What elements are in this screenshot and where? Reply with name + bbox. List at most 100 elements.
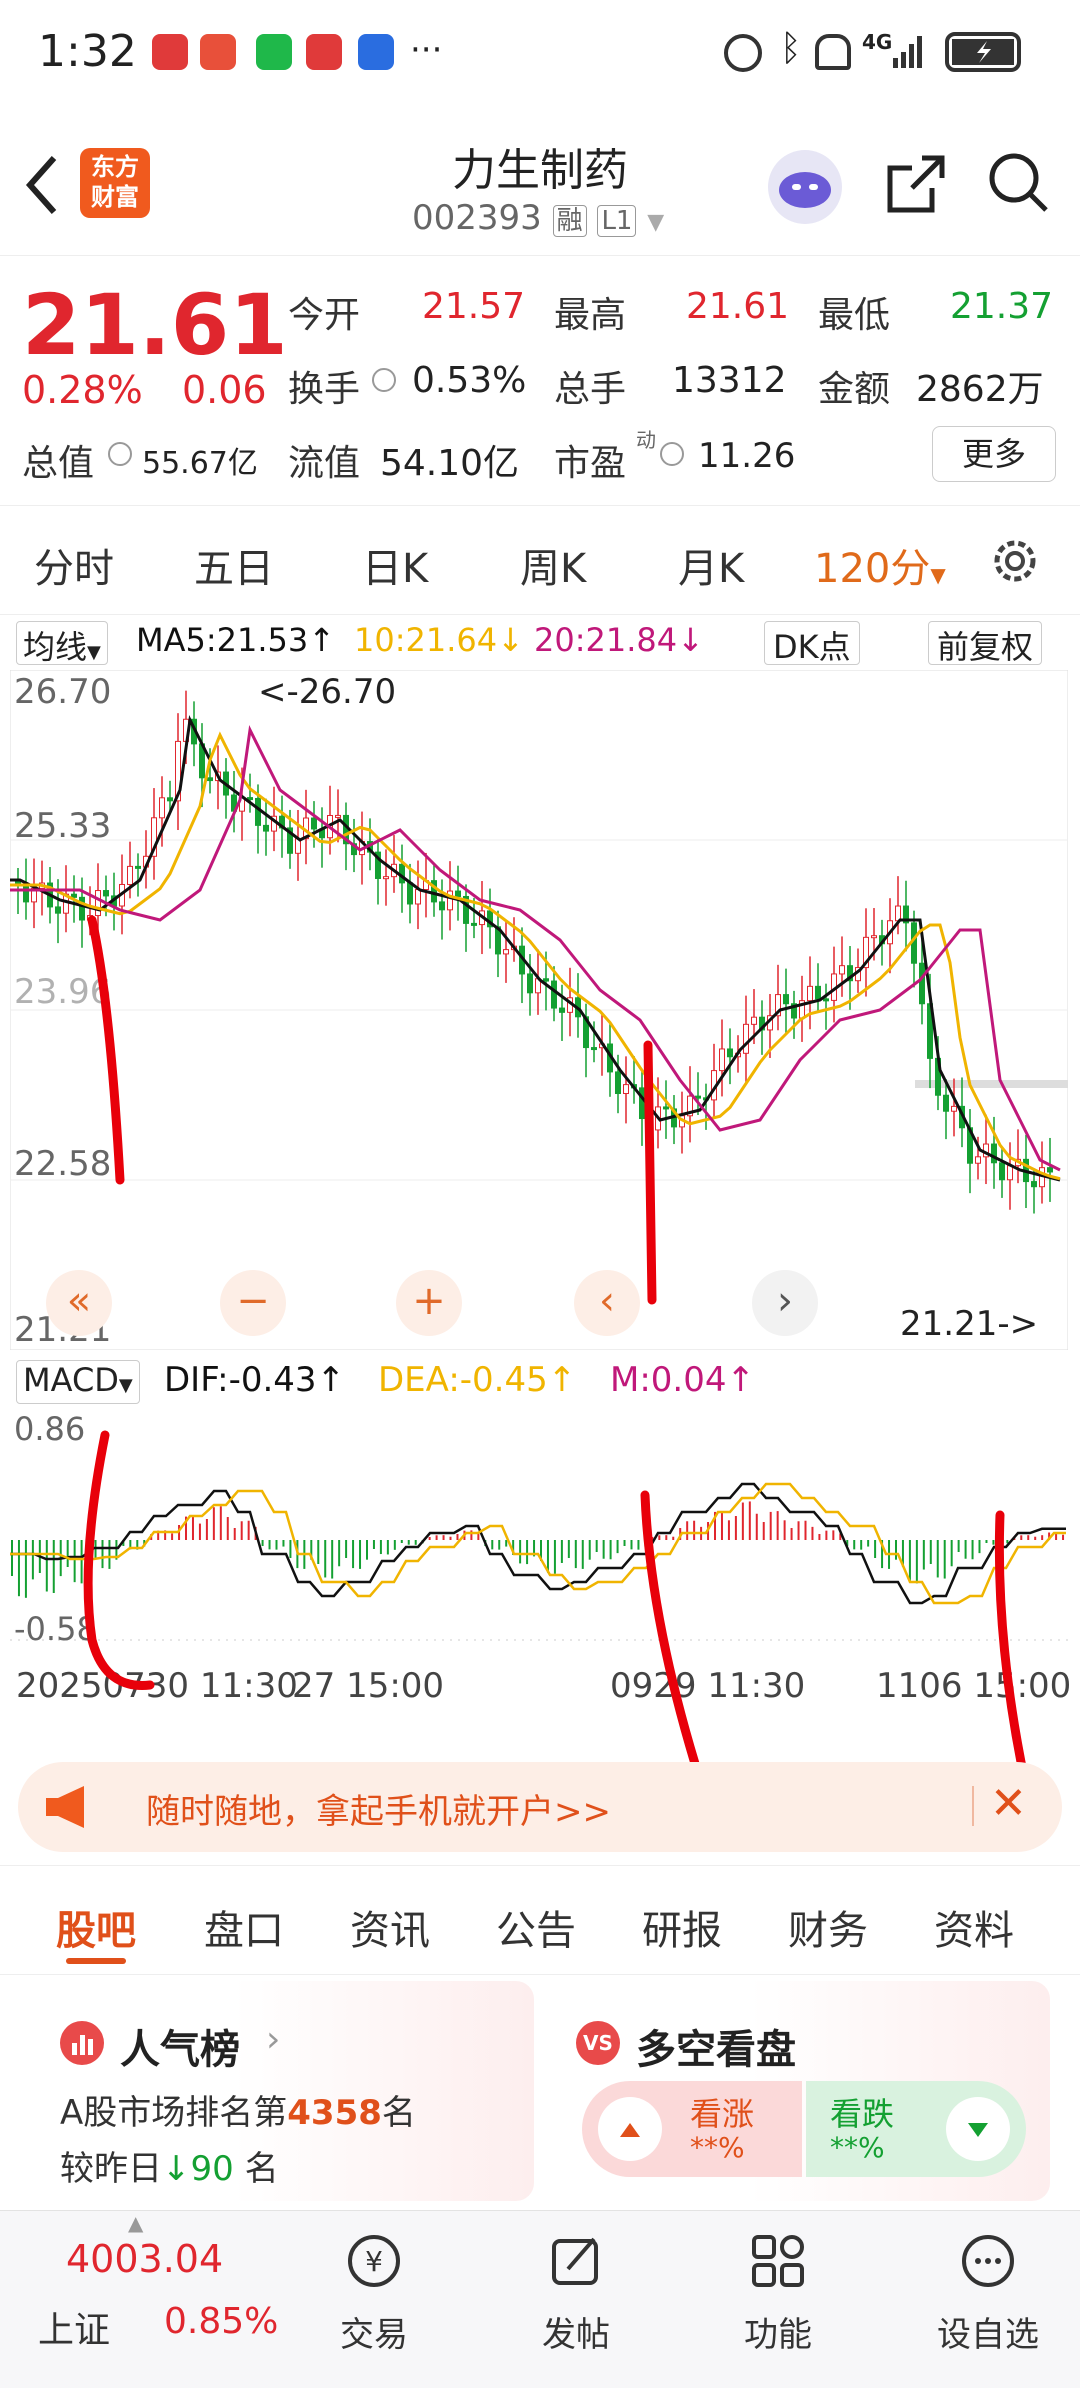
- adjust-button[interactable]: 前复权: [928, 621, 1043, 666]
- market-cap-label: 总值: [22, 443, 95, 484]
- tab-profile[interactable]: 资料: [934, 1898, 1014, 1956]
- scroll-right-button[interactable]: ›: [752, 1270, 818, 1336]
- macd-selector-label: MACD: [23, 1361, 119, 1399]
- macd-indicator-bar: MACD▼ DIF:-0.43↑ DEA:-0.45↑ M:0.04↑: [0, 1352, 1080, 1407]
- ma5-value: MA5:21.53↑: [136, 621, 335, 659]
- nav-add-watchlist-label: 设自选: [937, 2315, 1039, 2355]
- candle-body: [743, 1023, 749, 1054]
- turnover-value: 0.53%: [412, 360, 527, 401]
- nav-add-watchlist[interactable]: 设自选: [918, 2211, 1058, 2389]
- candle-body: [647, 1118, 653, 1131]
- tab-forum[interactable]: 股吧: [56, 1898, 136, 1956]
- tab-finance[interactable]: 财务: [788, 1898, 868, 1956]
- candle-body: [751, 1016, 757, 1025]
- stock-code-row[interactable]: 002393 融 L1 ▼: [412, 198, 664, 238]
- info-icon[interactable]: [372, 368, 396, 392]
- account-open-banner[interactable]: 随时随地，拿起手机就开户>> ✕: [18, 1762, 1062, 1852]
- ma20-value: 20:21.84↓: [534, 621, 704, 659]
- candle-body: [207, 777, 213, 782]
- edit-icon: [546, 2231, 606, 2291]
- last-price: 21.61: [22, 276, 288, 374]
- info-icon[interactable]: [660, 442, 684, 466]
- more-button[interactable]: 更多: [932, 426, 1056, 482]
- scroll-left-fast-button[interactable]: «: [46, 1270, 112, 1336]
- tab-weekly-k[interactable]: 周K: [520, 536, 586, 594]
- tab-120min[interactable]: 120分▼: [814, 536, 946, 594]
- candle-body: [783, 994, 789, 1005]
- candle-body: [55, 906, 61, 914]
- macd-selector[interactable]: MACD▼: [16, 1360, 140, 1404]
- more-notifications: ···: [410, 30, 443, 70]
- tab-120min-label: 120分: [814, 546, 931, 592]
- yen-icon: ¥: [344, 2231, 404, 2291]
- candle-body: [167, 797, 173, 802]
- up-triangle-icon: [598, 2097, 662, 2161]
- dropdown-icon: ▼: [118, 1375, 133, 1396]
- candle-body: [23, 883, 29, 903]
- chevron-up-icon: ▲: [128, 2211, 144, 2235]
- candle-body: [1031, 1181, 1037, 1188]
- gear-icon[interactable]: [988, 534, 1042, 588]
- nav-trade[interactable]: ¥ 交易: [314, 2211, 434, 2389]
- down-arrow-icon: ↓: [677, 621, 704, 659]
- macd-chart[interactable]: 0.86 -0.58: [10, 1410, 1068, 1660]
- stock-code: 002393: [412, 198, 542, 238]
- info-icon[interactable]: [108, 442, 132, 466]
- turnover-label: 换手: [288, 369, 361, 410]
- candle-body: [663, 1106, 669, 1110]
- zoom-in-button[interactable]: +: [396, 1270, 462, 1336]
- close-icon[interactable]: ✕: [990, 1778, 1027, 1829]
- index-value: 4003.04: [66, 2237, 224, 2281]
- search-icon[interactable]: [986, 150, 1052, 216]
- gift-app-icon: [306, 34, 342, 70]
- kline-chart[interactable]: 26.70 25.33 23.96 22.58 21.21 <-26.70 21…: [9, 669, 1069, 1351]
- bear-button[interactable]: 看跌 **%: [806, 2081, 1026, 2177]
- nav-post-label: 发帖: [542, 2315, 610, 2355]
- compare-value: 90: [190, 2149, 234, 2189]
- robot-assistant-icon[interactable]: [768, 150, 842, 224]
- popularity-card[interactable]: 人气榜 › A股市场排名第4358名 较昨日↓90 名: [34, 1981, 534, 2201]
- index-ticker[interactable]: ▲ 4003.04 上证 0.85%: [0, 2211, 290, 2389]
- tab-five-day[interactable]: 五日: [194, 536, 274, 594]
- candle-body: [991, 1143, 997, 1164]
- tab-daily-k[interactable]: 日K: [362, 536, 428, 594]
- volume-label: 总手: [554, 369, 627, 410]
- bull-bear-card: VS 多空看盘 看涨 **% 看跌 **%: [550, 1981, 1050, 2201]
- status-bar: 1:32 ··· ᛒ 4G: [0, 0, 1080, 120]
- rank-line: A股市场排名第4358名: [60, 2085, 416, 2134]
- macd-y-top: 0.86: [14, 1410, 86, 1448]
- candle-body: [95, 890, 101, 917]
- bear-label: 看跌: [830, 2095, 895, 2133]
- chevron-right-icon: ›: [266, 2019, 281, 2060]
- candle-body: [551, 980, 557, 1009]
- candle-body: [335, 814, 341, 818]
- index-change: 0.85%: [164, 2301, 279, 2342]
- ma-selector-label: 均线: [23, 628, 88, 666]
- nav-post[interactable]: 发帖: [516, 2211, 636, 2389]
- battery-icon: [945, 32, 1021, 72]
- tab-order-book[interactable]: 盘口: [204, 1898, 284, 1956]
- tab-announcements[interactable]: 公告: [496, 1898, 576, 1956]
- share-icon[interactable]: [882, 152, 948, 218]
- nav-functions[interactable]: 功能: [718, 2211, 838, 2389]
- tab-news[interactable]: 资讯: [350, 1898, 430, 1956]
- tab-intraday[interactable]: 分时: [34, 536, 114, 594]
- candle-body: [71, 893, 77, 898]
- dk-point-button[interactable]: DK点: [764, 621, 860, 666]
- tab-research[interactable]: 研报: [642, 1898, 722, 1956]
- stock-header: 东方 财富 力生制药 002393 融 L1 ▼: [0, 120, 1080, 255]
- popularity-title: 人气榜: [120, 2027, 240, 2073]
- ma-selector[interactable]: 均线▼: [16, 621, 108, 666]
- candle-body: [159, 797, 165, 819]
- market-cap-value: 55.67亿: [142, 446, 258, 481]
- tab-monthly-k[interactable]: 月K: [678, 536, 744, 594]
- scroll-left-button[interactable]: ‹: [574, 1270, 640, 1336]
- candle-body: [615, 1071, 621, 1095]
- zoom-out-button[interactable]: −: [220, 1270, 286, 1336]
- bull-button[interactable]: 看涨 **%: [582, 2081, 802, 2177]
- candle-body: [919, 962, 925, 1005]
- candle-body: [407, 882, 413, 905]
- bull-bear-title: 多空看盘: [636, 2027, 796, 2073]
- candle-body: [695, 1095, 701, 1099]
- candle-body: [943, 1094, 949, 1112]
